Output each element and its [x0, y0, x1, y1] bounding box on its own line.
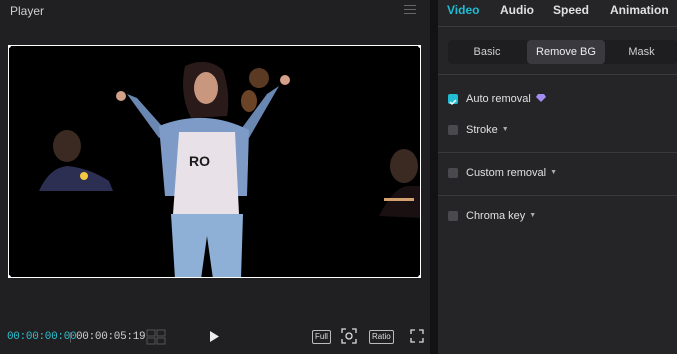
- crop-handle-top-right[interactable]: [418, 46, 420, 48]
- video-preview[interactable]: RO: [8, 45, 421, 278]
- auto-removal-checkbox[interactable]: [448, 94, 458, 106]
- fullscreen-icon[interactable]: [410, 329, 424, 343]
- stroke-divider: [438, 152, 677, 153]
- crop-handle-bottom-left[interactable]: [9, 275, 11, 277]
- auto-removal-label: Auto removal: [466, 93, 531, 105]
- player-controls: 00:00:00:00 | 00:00:05:19 Full Ratio: [0, 322, 430, 354]
- chroma-key-checkbox[interactable]: [448, 211, 458, 221]
- tab-animation[interactable]: Animation: [610, 3, 669, 17]
- timeline-grid-icon[interactable]: [146, 329, 166, 345]
- properties-panel: Video Audio Speed Animation Basic Remove…: [438, 0, 677, 354]
- stroke-checkbox[interactable]: [448, 125, 458, 135]
- chevron-down-icon[interactable]: ▼: [502, 126, 509, 133]
- tab-speed[interactable]: Speed: [553, 3, 589, 17]
- custom-removal-label: Custom removal ▼: [466, 167, 558, 179]
- zoom-fit-icon[interactable]: [341, 328, 357, 344]
- panel-divider[interactable]: [430, 0, 438, 354]
- person-right-figure: [379, 149, 420, 218]
- chevron-down-icon[interactable]: ▼: [529, 212, 536, 219]
- subtab-mask[interactable]: Mask: [606, 40, 677, 64]
- custom-removal-checkbox[interactable]: [448, 168, 458, 178]
- timecode-current: 00:00:00:00: [7, 331, 77, 343]
- subtabs-divider: [438, 74, 677, 75]
- crop-handle-bottom-right[interactable]: [418, 275, 420, 277]
- svg-text:RO: RO: [189, 153, 210, 169]
- player-header: Player: [0, 0, 430, 24]
- player-title: Player: [10, 4, 45, 18]
- custom-removal-divider: [438, 195, 677, 196]
- person-left-figure: [39, 130, 113, 191]
- play-icon[interactable]: [208, 330, 220, 343]
- subtab-basic[interactable]: Basic: [448, 40, 526, 64]
- ratio-button[interactable]: Ratio: [369, 330, 394, 344]
- tab-video[interactable]: Video: [447, 3, 479, 17]
- subtab-remove-bg[interactable]: Remove BG: [527, 40, 605, 64]
- timecode-separator: |: [69, 331, 72, 343]
- stroke-label: Stroke ▼: [466, 124, 509, 136]
- premium-gem-icon: [536, 94, 546, 102]
- tab-audio[interactable]: Audio: [500, 3, 534, 17]
- property-tabs: Video Audio Speed Animation: [438, 0, 677, 24]
- chevron-down-icon[interactable]: ▼: [550, 169, 557, 176]
- video-frame-image: RO: [39, 61, 420, 277]
- chroma-key-label: Chroma key ▼: [466, 210, 537, 222]
- menu-icon[interactable]: [404, 5, 416, 15]
- player-panel: Player RO 00:00:00:00 | 00:00:05:19 Full…: [0, 0, 430, 354]
- video-subtabs: Basic Remove BG Mask: [448, 40, 677, 64]
- tabs-divider: [438, 26, 677, 27]
- timecode-total: 00:00:05:19: [76, 331, 146, 343]
- full-button[interactable]: Full: [312, 330, 331, 344]
- checkmark-icon: [449, 99, 457, 106]
- dancer-figure: RO: [116, 61, 290, 277]
